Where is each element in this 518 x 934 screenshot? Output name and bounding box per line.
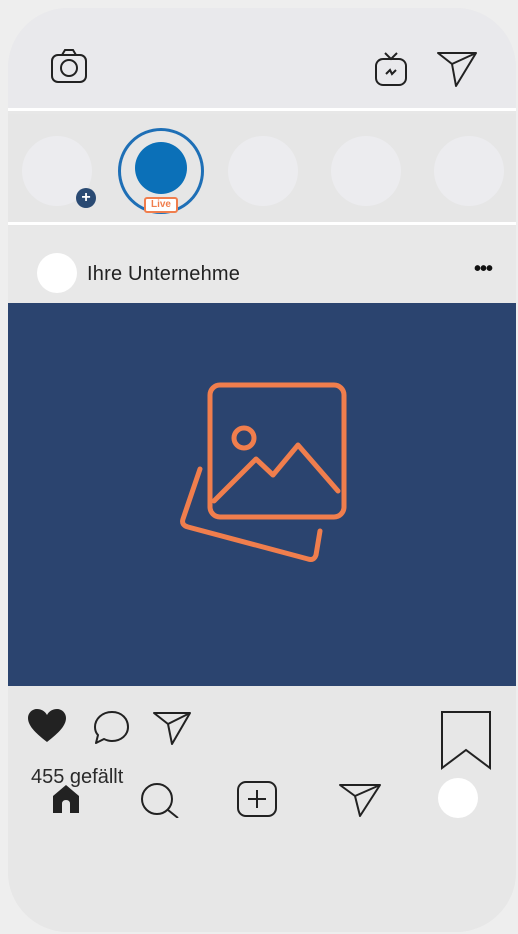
story-item[interactable]: [331, 136, 401, 206]
more-options-icon[interactable]: •••: [474, 258, 493, 281]
comment-icon[interactable]: [92, 710, 132, 746]
heart-icon[interactable]: [26, 708, 68, 744]
home-icon[interactable]: [50, 782, 82, 814]
stories-bar: + Live: [8, 114, 516, 224]
add-story-icon[interactable]: +: [76, 188, 96, 208]
activity-send-icon[interactable]: [338, 782, 382, 818]
post-author-avatar[interactable]: [37, 253, 77, 293]
live-story[interactable]: Live: [118, 128, 204, 214]
top-bar: [8, 8, 516, 108]
profile-avatar[interactable]: [438, 778, 478, 818]
search-icon[interactable]: [140, 782, 186, 818]
post-username[interactable]: Ihre Unternehme: [87, 263, 240, 286]
phone-frame: + Live Ihre Unternehme ••• 455 gefällt: [8, 8, 516, 932]
live-story-avatar: [135, 142, 187, 194]
igtv-icon[interactable]: [374, 50, 408, 88]
live-badge: Live: [144, 197, 178, 213]
bookmark-icon[interactable]: [440, 710, 492, 770]
post-image[interactable]: [8, 303, 516, 686]
direct-message-icon[interactable]: [436, 50, 478, 88]
stories-divider: [8, 222, 516, 225]
story-item[interactable]: [228, 136, 298, 206]
share-icon[interactable]: [152, 710, 192, 746]
story-item[interactable]: [434, 136, 504, 206]
image-placeholder-icon: [180, 382, 347, 562]
camera-icon[interactable]: [50, 48, 88, 84]
post-header: Ihre Unternehme •••: [8, 226, 516, 303]
add-post-icon[interactable]: [236, 780, 278, 818]
header-divider: [8, 108, 516, 111]
